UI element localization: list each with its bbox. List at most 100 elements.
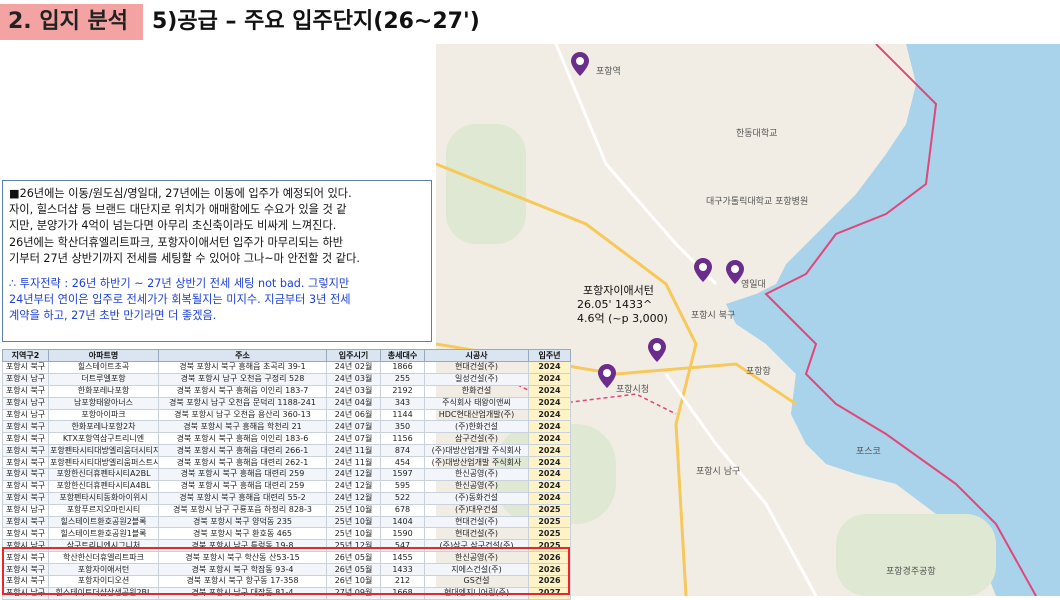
table-row: 포항시 남구 포항아이파크 경북 포항시 남구 오천읍 용산리 360-13 24년 …	[2, 408, 571, 422]
cell-year: 2024	[528, 432, 571, 446]
map-label-port: 포항항	[746, 367, 771, 377]
table-row: 포항시 남구 더트루엘포항 경북 포항시 남구 오천읍 구정리 528 24년 03월…	[2, 372, 571, 386]
table-row: 포항시 북구 힐스테이트환호공원2블록 경북 포항시 북구 양덕동 235 25년 1…	[2, 515, 571, 529]
cell-builder: 주식회사 태왕이앤씨	[424, 396, 529, 410]
cell-region: 포항시 북구	[2, 444, 49, 458]
cell-region: 포항시 북구	[2, 420, 49, 434]
cell-year: 2025	[528, 515, 571, 529]
cell-units: 343	[380, 396, 425, 410]
note-line: 자이, 힐스더샵 등 브랜드 대단지로 위치가 애매함에도 수요가 있을 것 같	[9, 203, 347, 217]
cell-region: 포항시 북구	[2, 384, 49, 398]
table-header-row: 지역구2 아파트명 주소 입주시기 총세대수 시공사 입주년	[2, 349, 571, 362]
cell-builder: 현대건설(주)	[424, 527, 529, 541]
cell-units: 1866	[380, 361, 425, 374]
cell-builder: 한화건설	[424, 384, 529, 398]
cell-apartment: 힐스테이트초곡	[48, 361, 159, 374]
cell-move-in: 24년 07월	[326, 432, 381, 446]
cell-units: 1404	[380, 515, 425, 529]
cell-region: 포항시 북구	[2, 432, 49, 446]
cell-region: 포항시 북구	[2, 479, 49, 493]
cell-region: 포항시 남구	[2, 503, 49, 517]
cell-year: 2025	[528, 503, 571, 517]
note-line: ■26년에는 이동/원도심/영일대, 27년에는 이동에 입주가 예정되어 있다…	[9, 187, 352, 200]
column-header-move-in[interactable]: 입주시기	[326, 349, 381, 362]
cell-region: 포항시 남구	[2, 396, 49, 410]
cell-builder: 한신공영(주)	[424, 468, 529, 481]
cell-apartment: KTX포항역삼구트리니엔	[48, 432, 159, 446]
table-row: 포항시 북구 포항펜타시티동화아이위시 경북 포항시 북구 흥해읍 대련리 55-2…	[2, 491, 571, 505]
column-header-region[interactable]: 지역구2	[2, 349, 49, 362]
cell-address: 경북 포항시 남구 오천읍 문덕리 1188-241	[158, 396, 327, 410]
cell-move-in: 24년 12월	[326, 468, 381, 481]
cell-move-in: 25년 10월	[326, 527, 381, 541]
column-header-apartment[interactable]: 아파트명	[48, 349, 159, 362]
map-pin-icon[interactable]	[726, 260, 744, 284]
cell-units: 454	[380, 456, 425, 470]
cell-region: 포항시 남구	[2, 372, 49, 386]
cell-apartment: 더트루엘포항	[48, 372, 159, 386]
column-header-address[interactable]: 주소	[158, 349, 327, 362]
cell-move-in: 25년 10월	[326, 503, 381, 517]
cell-units: 1144	[380, 408, 425, 422]
cell-year: 2024	[528, 444, 571, 458]
column-header-year[interactable]: 입주년	[528, 349, 571, 362]
cell-apartment: 포항한신더휴펜타시티A4BL	[48, 479, 159, 493]
cell-address: 경북 포항시 북구 흥해읍 대련리 266-1	[158, 444, 327, 458]
cell-units: 2192	[380, 384, 425, 398]
cell-region: 포항시 북구	[2, 515, 49, 529]
cell-address: 경북 포항시 북구 흥해읍 학천리 21	[158, 420, 327, 434]
cell-move-in: 24년 11월	[326, 456, 381, 470]
cell-apartment: 남포항태왕아너스	[48, 396, 159, 410]
column-header-units[interactable]: 총세대수	[380, 349, 425, 362]
table-row: 포항시 남구 남포항태왕아너스 경북 포항시 남구 오천읍 문덕리 1188-241…	[2, 396, 571, 410]
cell-builder: HDC현대산업개발(주)	[424, 408, 529, 422]
cell-region: 포항시 북구	[2, 468, 49, 481]
cell-builder: (주)동화건설	[424, 491, 529, 505]
cell-builder: 삼구건설(주)	[424, 432, 529, 446]
highlight-box	[2, 547, 570, 595]
cell-address: 경북 포항시 북구 환호동 465	[158, 527, 327, 541]
cell-address: 경북 포항시 남구 구룡포읍 하정리 828-3	[158, 503, 327, 517]
cell-move-in: 25년 10월	[326, 515, 381, 529]
table-row: 포항시 북구 한화포레나포항2차 경북 포항시 북구 흥해읍 학천리 21 24년 0…	[2, 420, 571, 434]
cell-address: 경북 포항시 북구 흥해읍 이인리 183-7	[158, 384, 327, 398]
section-tag: 2. 입지 분석	[0, 4, 143, 40]
cell-builder: 한신공영(주)	[424, 479, 529, 493]
cell-builder: (주)대우건설	[424, 503, 529, 517]
cell-move-in: 24년 03월	[326, 384, 381, 398]
map-label-posco: 포스코	[856, 447, 881, 457]
note-line: 기부터 27년 상반기까지 전세를 세팅할 수 있어야 그나~마 안전할 것 같…	[9, 251, 360, 265]
cell-apartment: 포항펜타시티대방엘리움퍼스트시티2차	[48, 456, 159, 470]
cell-apartment: 포항아이파크	[48, 408, 159, 422]
cell-move-in: 24년 12월	[326, 479, 381, 493]
cell-units: 874	[380, 444, 425, 458]
cell-region: 포항시 북구	[2, 361, 49, 374]
cell-units: 255	[380, 372, 425, 386]
cell-move-in: 24년 02월	[326, 361, 381, 374]
callout-detail: 4.6억 (~p 3,000)	[577, 312, 668, 325]
analysis-note: ■26년에는 이동/원도심/영일대, 27년에는 이동에 입주가 예정되어 있다…	[2, 180, 432, 342]
map-pin-icon[interactable]	[598, 364, 616, 388]
map-label-station: 포항역	[596, 67, 621, 77]
column-header-builder[interactable]: 시공사	[424, 349, 529, 362]
cell-builder: (주)한화건설	[424, 420, 529, 434]
cell-move-in: 24년 07월	[326, 420, 381, 434]
map-pin-icon[interactable]	[571, 52, 589, 76]
cell-units: 350	[380, 420, 425, 434]
strategy-line: 24년부터 연이은 입주로 전세가가 회복될지는 미지수. 지금부터 3년 전세	[9, 293, 351, 307]
cell-apartment: 포항펜타시티동화아이위시	[48, 491, 159, 505]
map-label-bukgu: 포항시 북구	[691, 311, 736, 321]
note-line: 지만, 분양가가 4억이 넘는다면 아무리 초신축이라도 비싸게 느껴진다.	[9, 219, 337, 233]
map-callout: 포항자이애서턴 26.05' 1433^ 4.6억 (~p 3,000)	[577, 284, 681, 326]
map-pin-icon[interactable]	[694, 258, 712, 282]
cell-address: 경북 포항시 북구 흥해읍 대련리 55-2	[158, 491, 327, 505]
cell-units: 1156	[380, 432, 425, 446]
map-pin-icon[interactable]	[648, 338, 666, 362]
strategy-block: ∴ 투자전략 : 26년 하반기 ~ 27년 상반기 전세 세팅 not bad…	[9, 276, 425, 325]
cell-address: 경북 포항시 남구 오천읍 구정리 528	[158, 372, 327, 386]
table-row: 포항시 북구 포항한신더휴펜타시티A2BL 경북 포항시 북구 흥해읍 대련리 25…	[2, 468, 571, 481]
cell-apartment: 포항푸르지오마린시티	[48, 503, 159, 517]
map-label-handong: 한동대학교	[736, 129, 778, 139]
cell-units: 522	[380, 491, 425, 505]
map-label-hospital: 대구가톨릭대학교 포항병원	[706, 197, 809, 207]
